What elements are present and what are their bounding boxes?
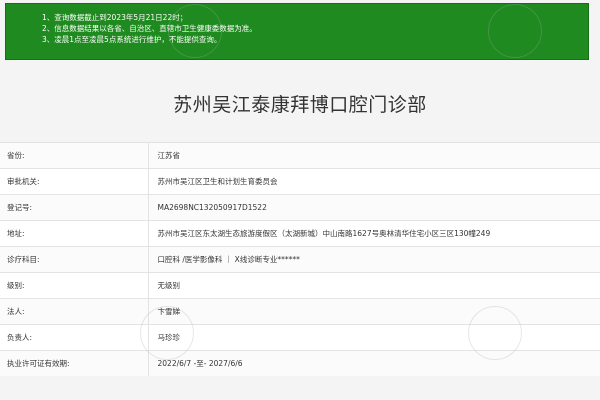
row-label-province: 省份: — [0, 142, 148, 169]
row-label-level: 级别: — [0, 272, 148, 299]
table-row: 省份: 江苏省 — [0, 142, 600, 169]
table-row: 审批机关: 苏州市吴江区卫生和计划生育委员会 — [0, 168, 600, 195]
page-title: 苏州吴江泰康拜博口腔门诊部 — [173, 94, 427, 116]
notice-line-1: 1、查询数据截止到2023年5月21日22时； — [42, 13, 188, 22]
row-label-departments: 诊疗科目: — [0, 246, 148, 273]
row-value-address: 苏州市吴江区东太湖生态旅游度假区（太湖新城）中山南路1627号奥林清华住宅小区三… — [147, 220, 600, 247]
row-value-departments: 口腔科 /医学影像科 ｜ X线诊断专业****** — [147, 246, 600, 273]
notice-banner: 1、查询数据截止到2023年5月21日22时； 2、信息数据结果以各省、自治区、… — [5, 3, 589, 60]
notice-line-3: 3、凌晨1点至凌晨5点系统进行维护，不能提供查询。 — [42, 35, 222, 44]
table-row: 诊疗科目: 口腔科 /医学影像科 ｜ X线诊断专业****** — [0, 246, 600, 273]
row-label-person-in-charge: 负责人: — [0, 324, 148, 351]
row-value-license-validity: 2022/6/7 -至- 2027/6/6 — [147, 350, 600, 376]
row-value-level: 无级别 — [147, 272, 600, 299]
clinic-info-table: 省份: 江苏省 审批机关: 苏州市吴江区卫生和计划生育委员会 登记号: MA26… — [0, 142, 600, 376]
row-value-registration: MA2698NC132050917D1522 — [147, 194, 600, 221]
table-row: 负责人: 马珍珍 — [0, 324, 600, 351]
row-label-legal-person: 法人: — [0, 298, 148, 325]
row-label-address: 地址: — [0, 220, 148, 247]
row-label-registration: 登记号: — [0, 194, 148, 221]
row-label-authority: 审批机关: — [0, 168, 148, 195]
row-label-license-validity: 执业许可证有效期: — [0, 350, 148, 376]
table-row: 法人: 卞雪娣 — [0, 298, 600, 325]
table-row: 执业许可证有效期: 2022/6/7 -至- 2027/6/6 — [0, 350, 600, 376]
table-row: 级别: 无级别 — [0, 272, 600, 299]
row-value-authority: 苏州市吴江区卫生和计划生育委员会 — [147, 168, 600, 195]
row-value-province: 江苏省 — [147, 142, 600, 169]
table-row: 地址: 苏州市吴江区东太湖生态旅游度假区（太湖新城）中山南路1627号奥林清华住… — [0, 220, 600, 247]
row-value-person-in-charge: 马珍珍 — [147, 324, 600, 351]
table-row: 登记号: MA2698NC132050917D1522 — [0, 194, 600, 221]
notice-line-2: 2、信息数据结果以各省、自治区、直辖市卫生健康委数据为准。 — [42, 24, 257, 33]
row-value-legal-person: 卞雪娣 — [147, 298, 600, 325]
